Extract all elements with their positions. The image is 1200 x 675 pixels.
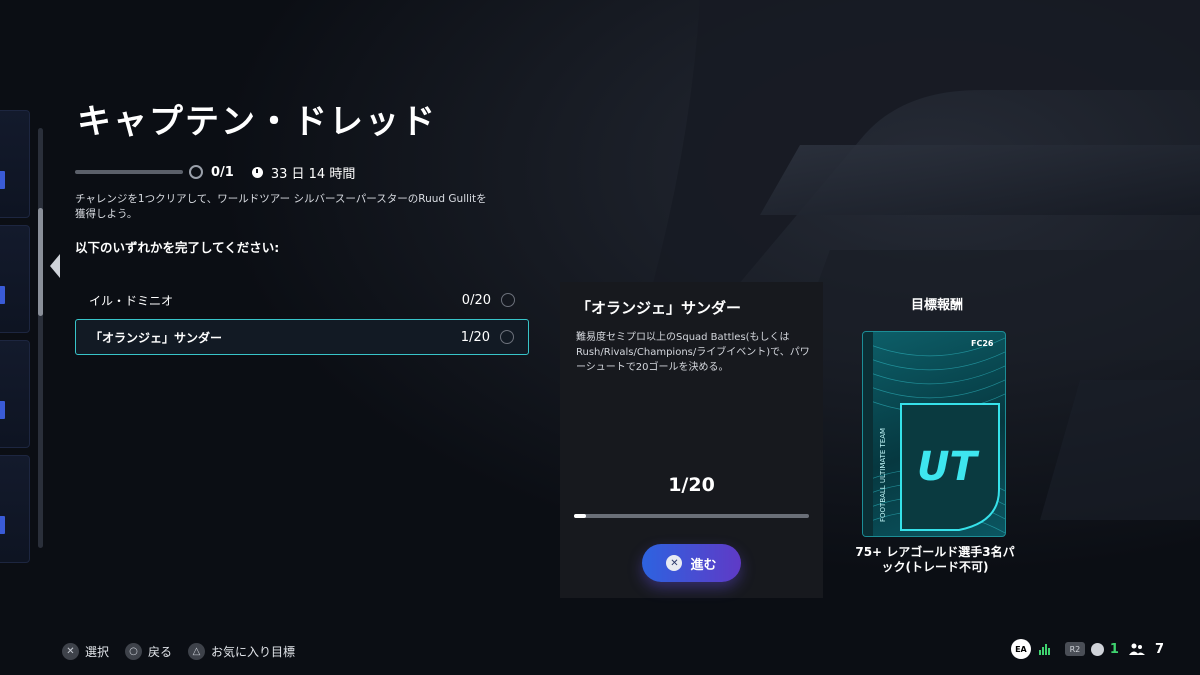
friends-count: 7 <box>1154 641 1164 657</box>
challenge-count: 1/20 <box>460 329 490 345</box>
progress-bar <box>75 170 183 174</box>
cross-button-icon: ✕ <box>666 555 683 571</box>
side-card[interactable] <box>0 225 30 333</box>
challenge-name: イル・ドミニオ <box>89 293 174 308</box>
status-bar: EA R2 1 7 <box>1010 637 1164 661</box>
challenge-item-selected[interactable]: 「オランジェ」サンダー 1/20 <box>75 319 529 355</box>
reward-name: 75+ レアゴールド選手3名パック(トレード不可) <box>855 545 1015 574</box>
side-card[interactable] <box>0 455 30 563</box>
friends-icon <box>1128 643 1145 655</box>
r2-button-icon: R2 <box>1064 642 1085 656</box>
detail-title: 「オランジェ」サンダー <box>576 299 742 317</box>
circle-button-icon: ○ <box>125 642 143 660</box>
party-count: 1 <box>1109 641 1119 657</box>
detail-progress-count: 1/20 <box>668 474 715 496</box>
cross-button-icon: ✕ <box>62 642 79 660</box>
challenge-detail-panel: 「オランジェ」サンダー 難易度セミプロ以上のSquad Battles(もしくは… <box>560 282 823 598</box>
instruction-heading: 以下のいずれかを完了してください: <box>75 240 280 255</box>
reward-pack-image: UT FOOTBALL ULTIMATE TEAM FC26 <box>862 331 1006 537</box>
pack-brand: FC26 <box>971 339 994 348</box>
time-remaining: 33 日 14 時間 <box>270 166 356 182</box>
objective-description: チャレンジを1つクリアして、ワールドツアー シルバースーパースターのRuud G… <box>75 193 487 220</box>
challenge-item[interactable]: イル・ドミニオ 0/20 <box>75 282 529 318</box>
voice-chat-icon <box>1090 642 1104 656</box>
detail-progress-bar <box>574 514 809 518</box>
ea-logo-icon: EA <box>1010 639 1031 659</box>
side-scrollbar[interactable] <box>38 128 43 548</box>
side-card[interactable] <box>0 110 30 218</box>
scrollbar-thumb[interactable] <box>38 208 43 316</box>
reward-heading: 目標報酬 <box>910 298 963 313</box>
detail-progress-fill <box>574 514 586 518</box>
pack-mark: UT <box>917 444 979 490</box>
timer-icon <box>251 166 263 178</box>
objective-progress: 0/1 33 日 14 時間 <box>75 163 356 182</box>
progress-count: 0/1 <box>211 164 234 180</box>
connection-signal-icon <box>1038 643 1051 655</box>
pack-artwork: UT FOOTBALL ULTIMATE TEAM FC26 <box>863 332 1005 536</box>
challenge-name: 「オランジェ」サンダー <box>90 330 223 345</box>
collapse-arrow-icon[interactable] <box>50 254 60 278</box>
status-circle-icon <box>500 330 514 344</box>
favorite-hint[interactable]: お気に入り目標 <box>211 643 295 660</box>
status-circle-icon <box>501 293 515 307</box>
select-hint[interactable]: 選択 <box>85 643 109 660</box>
proceed-button-label: 進む <box>690 557 717 573</box>
detail-description: 難易度セミプロ以上のSquad Battles(もしくはRush/Rivals/… <box>576 332 810 373</box>
side-card[interactable] <box>0 340 30 448</box>
progress-circle-icon <box>189 165 203 179</box>
page-title: キャプテン・ドレッド <box>77 102 437 142</box>
challenge-count: 0/20 <box>461 292 491 308</box>
button-hints: ✕ 選択 ○ 戻る △ お気に入り目標 <box>62 640 311 662</box>
back-hint[interactable]: 戻る <box>148 643 172 660</box>
pack-side-text: FOOTBALL ULTIMATE TEAM <box>879 428 887 522</box>
triangle-button-icon: △ <box>188 642 206 660</box>
side-card-strip <box>0 110 34 563</box>
proceed-button[interactable]: ✕ 進む <box>642 544 741 582</box>
